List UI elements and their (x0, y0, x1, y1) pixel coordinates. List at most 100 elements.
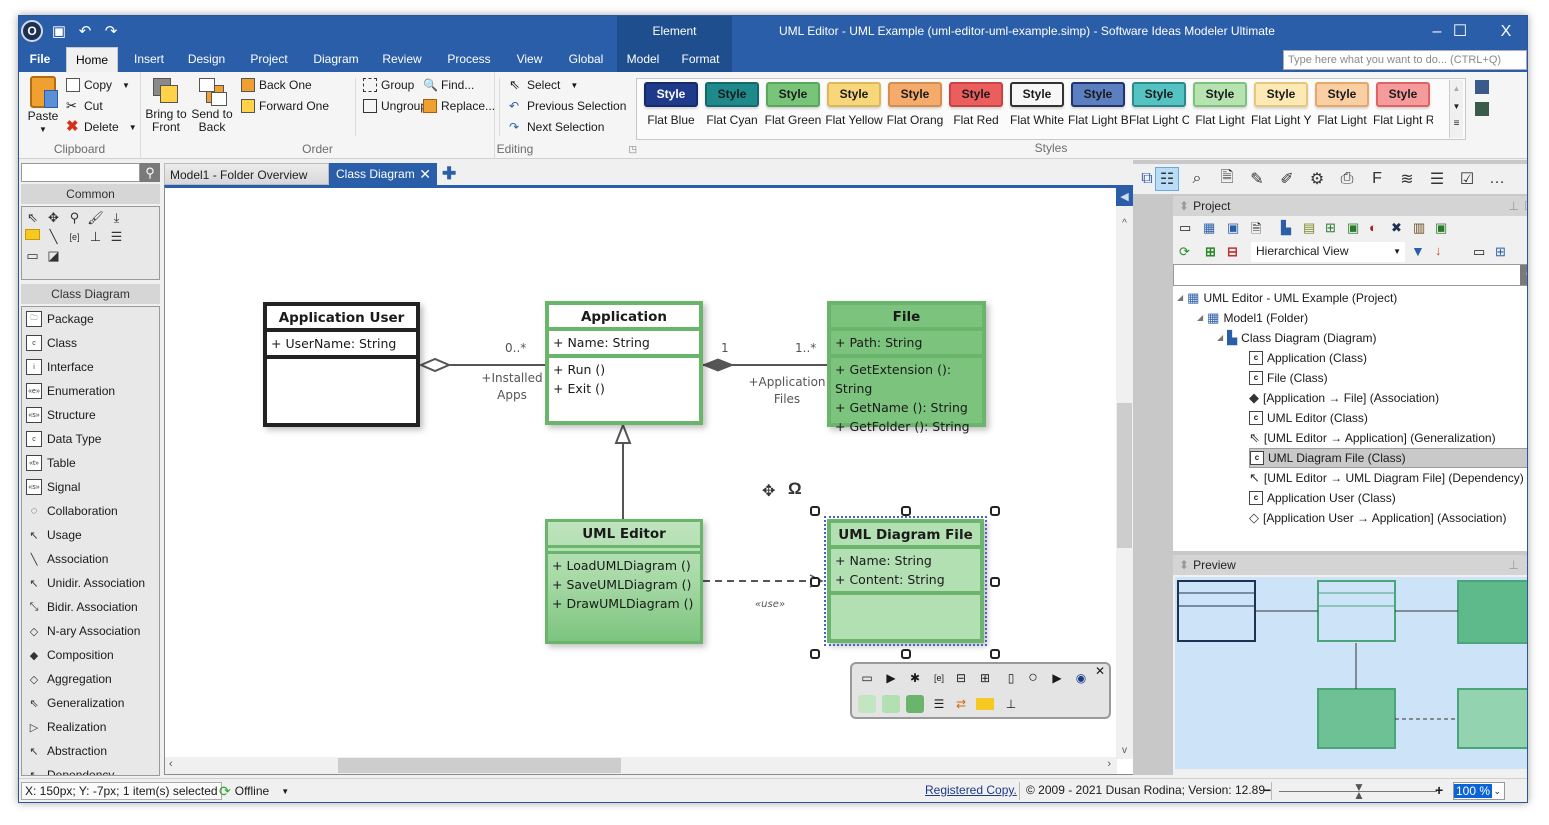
toolbox-item[interactable]: «s» Signal (22, 475, 159, 499)
properties-icon[interactable]: ☰ (1425, 167, 1449, 191)
stereotype-icon[interactable]: ⊟ (952, 669, 970, 687)
next-selection-button[interactable]: ↷ Next Selection (509, 120, 604, 134)
expand-toggle-icon[interactable]: ◢ (1217, 328, 1223, 348)
scroll-up-icon[interactable]: ^ (1116, 218, 1133, 229)
chevron-down-icon[interactable]: ▼ (122, 81, 130, 90)
select-button[interactable]: ⇖ Select ▼ (509, 78, 578, 93)
resize-handle[interactable] (990, 506, 1000, 516)
document-icon[interactable]: 🗎 (1215, 167, 1239, 191)
rq-icon[interactable]: ▣ (1435, 220, 1447, 236)
grid-icon[interactable]: ⊞ (1495, 244, 1506, 260)
tree-node[interactable]: c File (Class) (1249, 368, 1328, 388)
table-view-icon[interactable]: ▤ (1303, 220, 1315, 236)
close-button[interactable]: X (1483, 16, 1527, 47)
panel-grip-icon[interactable]: ⬍ (1179, 558, 1189, 572)
paste-button[interactable]: Paste ▼ (25, 76, 61, 136)
tree-filter-input[interactable]: ⚲ (1173, 264, 1527, 286)
toolbox-item[interactable]: ↖ Usage (22, 523, 159, 547)
copy-button[interactable]: Copy ▼ (66, 78, 130, 92)
close-tab-icon[interactable]: ✕ (419, 163, 431, 185)
toolbox-item[interactable]: ⇖ Generalization (22, 691, 159, 715)
tree-node[interactable]: c Application User (Class) (1249, 488, 1396, 508)
style-gallery-item[interactable]: Style Flat Light R (1373, 82, 1433, 127)
resize-handle[interactable] (810, 506, 820, 516)
more-icon[interactable]: … (1485, 167, 1509, 191)
vertical-scroll-thumb[interactable] (1117, 403, 1132, 548)
new-element-icon[interactable]: ▣ (1227, 220, 1239, 236)
text-tool-icon[interactable]: ☰ (109, 229, 124, 244)
style-gallery-item[interactable]: Style Flat Cyan (702, 82, 762, 127)
chevron-down-icon[interactable]: ▼ (570, 81, 578, 90)
note-icon[interactable] (976, 698, 994, 710)
registered-copy-link[interactable]: Registered Copy. (925, 782, 1017, 800)
element-icon[interactable]: [e] (930, 669, 948, 687)
style-gallery-item[interactable]: Style Flat Red (946, 82, 1006, 127)
scroll-left-icon[interactable]: ‹ (169, 758, 173, 770)
style-gallery-item[interactable]: Style Flat Light B (1068, 82, 1128, 127)
requirements-icon[interactable]: ▣ (1347, 220, 1359, 236)
tab-view[interactable]: View (512, 47, 547, 72)
group-button[interactable]: Group (363, 78, 414, 92)
class-file[interactable]: File + Path: String + GetExtension (): S… (827, 301, 986, 434)
save-icon[interactable]: ▣ (49, 21, 69, 41)
tree-node[interactable]: ◢ ▦ UML Editor - UML Example (Project) (1177, 288, 1397, 308)
styles-gallery-scroll[interactable]: ▲ ▼ ≡ (1449, 80, 1463, 138)
style-gallery-item[interactable]: Style Flat Light (1312, 82, 1372, 127)
tab-home[interactable]: Home (66, 47, 118, 72)
expand-toggle-icon[interactable]: ◢ (1177, 288, 1183, 308)
resize-handle[interactable] (810, 649, 820, 659)
toolbox-item[interactable]: c Data Type (22, 427, 159, 451)
back-one-button[interactable]: Back One (241, 78, 312, 92)
style-green-swatch[interactable] (906, 695, 924, 713)
element-tool-icon[interactable]: [e] (67, 229, 82, 244)
new-document-icon[interactable]: 🗎 (1251, 220, 1261, 242)
add-tab-icon[interactable]: ✚ (442, 163, 456, 185)
replace-button[interactable]: Replace... (423, 99, 495, 113)
zoom-level-select[interactable]: 100 % ⌄ (1453, 782, 1505, 800)
style-gallery-item[interactable]: Style Flat Yellow (824, 82, 884, 127)
model-icon[interactable]: ◐ (1369, 220, 1377, 235)
expand-toggle-icon[interactable]: ◢ (1197, 308, 1203, 328)
horizontal-scrollbar[interactable]: ‹ › (165, 757, 1117, 774)
tab-review[interactable]: Review (380, 47, 424, 72)
window-icon[interactable]: ▭ (1473, 244, 1485, 260)
search-icon[interactable]: ⚲ (1520, 265, 1527, 285)
pin-icon[interactable]: ⊥ (1509, 196, 1519, 216)
fit-size-icon[interactable]: ▯ (1002, 669, 1020, 687)
format-painter-icon[interactable]: 🖌 (87, 210, 104, 225)
toolbox-search-input[interactable] (21, 163, 140, 182)
format-icon[interactable]: F (1365, 167, 1389, 191)
tree-node[interactable]: ◆ [Application → File] (Association) (1249, 388, 1439, 408)
resize-handle[interactable] (901, 506, 911, 516)
search-icon[interactable]: ⚲ (140, 163, 160, 182)
toolbox-item[interactable]: ↖ Unidir. Association (22, 571, 159, 595)
toolbox-item[interactable]: i Interface (22, 355, 159, 379)
shape-circle-icon[interactable]: ○ (1024, 669, 1042, 687)
resize-handle[interactable] (990, 649, 1000, 659)
zoom-in-icon[interactable]: + (1435, 782, 1443, 800)
cut-button[interactable]: ✂ Cut (66, 99, 103, 114)
style-gallery-item[interactable]: Style Flat Light C (1129, 82, 1189, 127)
toolbox-item[interactable]: ▷ Realization (22, 715, 159, 739)
project-browser-icon[interactable]: ☷ (1155, 167, 1179, 191)
stack-icon[interactable]: ▥ (1413, 220, 1425, 236)
tree-node[interactable]: ↖ [UML Editor → UML Diagram File] (Depend… (1249, 468, 1524, 488)
hierarchy-icon[interactable]: ⊥ (1002, 695, 1020, 713)
zoom-slider-thumb[interactable]: ▼ ▲ (1353, 781, 1365, 801)
horizontal-scroll-thumb[interactable] (338, 758, 621, 773)
refresh-icon[interactable]: ⟳ (1179, 244, 1190, 260)
style-pale-swatch[interactable] (882, 695, 900, 713)
visibility-icon[interactable]: ◉ (1072, 669, 1090, 687)
close-toolbar-icon[interactable]: ✕ (1095, 664, 1105, 678)
resize-handle[interactable] (810, 577, 820, 587)
new-folder-icon[interactable]: ▦ (1203, 220, 1215, 236)
toolbox-item[interactable]: ↖ Abstraction (22, 739, 159, 763)
doc-tab-folder-overview[interactable]: Model1 - Folder Overview (164, 163, 329, 185)
vertical-scrollbar[interactable]: ◀ ^ v (1116, 188, 1133, 759)
resize-handle[interactable] (990, 577, 1000, 587)
close-panel-icon[interactable]: ✕ (1525, 555, 1527, 575)
note-tool-icon[interactable] (25, 229, 40, 240)
maximize-panel-icon[interactable]: ☐ (1524, 196, 1527, 216)
tree-view-icon[interactable]: ⊞ (1325, 220, 1336, 236)
new-diagram-icon[interactable]: ▭ (1179, 220, 1191, 236)
